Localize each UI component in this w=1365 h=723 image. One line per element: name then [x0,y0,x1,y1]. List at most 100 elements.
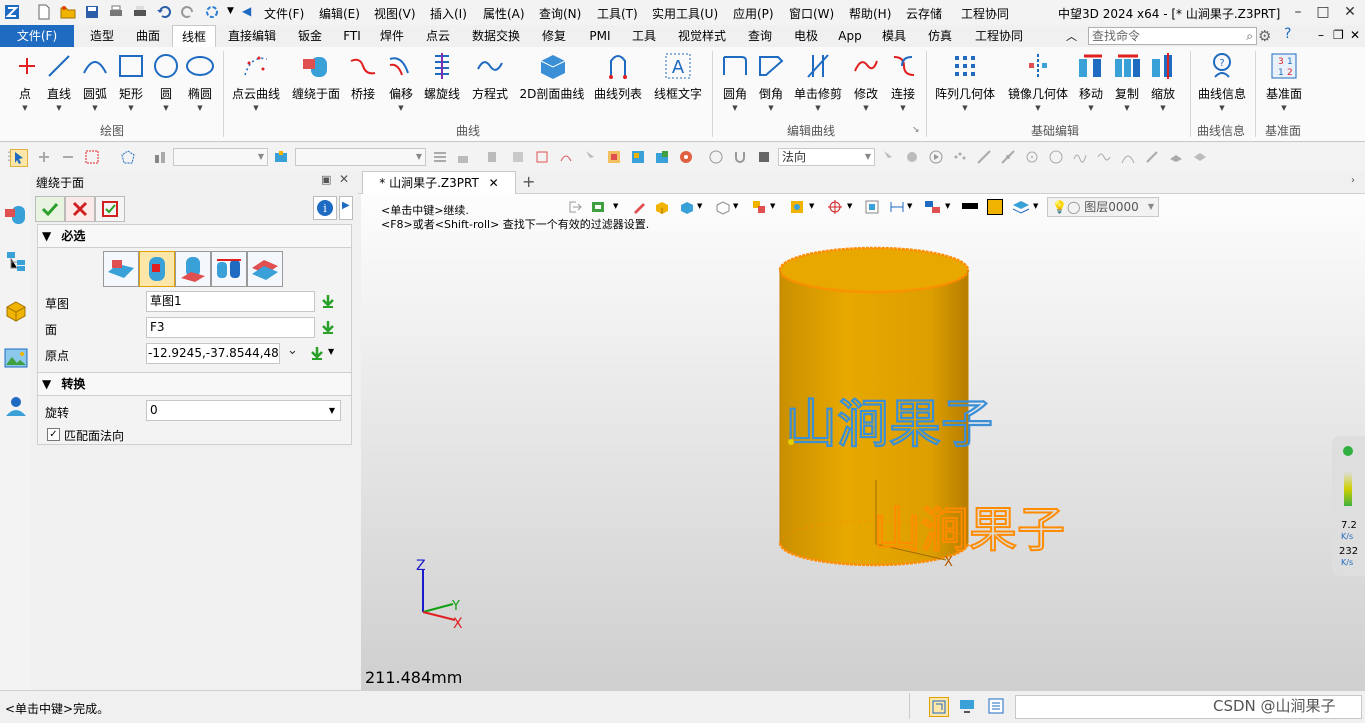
new-file-icon[interactable] [36,4,52,20]
arc-snap-icon[interactable] [1120,149,1136,165]
print-icon[interactable] [108,4,124,20]
sketch-text-curves[interactable]: 山涧果子 [872,501,1066,559]
grid-toggle-icon[interactable] [929,697,949,717]
line-button[interactable]: 直线 ▼ [44,51,74,112]
curve-list-button[interactable]: 曲线列表 [592,51,644,102]
menu-tools[interactable]: 工具(T) [597,5,638,22]
rotate-field[interactable]: 0 ▼ [146,400,341,421]
normal-direction-combo[interactable]: 法向 ▼ [778,148,875,166]
menu-insert[interactable]: 插入(I) [430,5,467,22]
tab-pmi[interactable]: PMI [584,25,616,47]
apply-button[interactable] [95,196,125,222]
menu-query[interactable]: 查询(N) [539,5,581,22]
mirror-geometry-button[interactable]: 镜像几何体 ▼ [1005,51,1071,112]
tab-app[interactable]: App [834,25,866,47]
mode-wrap-project-button[interactable] [175,251,211,287]
face-filter-icon[interactable] [510,149,526,165]
color-filter-icon[interactable] [678,149,694,165]
spline-snap-icon[interactable] [1072,149,1088,165]
tab-wireframe[interactable]: 线框 [172,25,216,48]
arc-button[interactable]: 圆弧 ▼ [80,51,110,112]
copy-button[interactable]: 复制 ▼ [1112,51,1142,112]
menu-help[interactable]: 帮助(H) [849,5,891,22]
wrap-to-face-button[interactable]: 缠绕于面 [290,51,342,102]
menu-view[interactable]: 视图(V) [374,5,416,22]
menu-attribute[interactable]: 属性(A) [483,5,525,22]
print-preview-icon[interactable] [132,4,148,20]
origin-pick-arrow-icon[interactable] [309,345,325,361]
edge-filter-icon[interactable] [534,149,550,165]
redo-icon[interactable] [180,4,196,20]
menu-collab[interactable]: 工程协同 [961,5,1009,22]
quick-access-dropdown-icon[interactable]: ▼ [227,6,234,16]
pin-icon[interactable]: ▣ [321,173,331,186]
tab-visual-style[interactable]: 视觉样式 [672,25,732,47]
face-field[interactable]: F3 [146,317,315,338]
open-folder-icon[interactable] [60,4,76,20]
tab-surface[interactable]: 曲面 [128,25,168,47]
menu-apps[interactable]: 应用(P) [733,5,774,22]
match-normal-checkbox[interactable]: ✓ [47,428,60,441]
tab-tools[interactable]: 工具 [626,25,662,47]
tab-fti[interactable]: FTI [338,25,366,47]
move-button[interactable]: 移动 ▼ [1076,51,1106,112]
tab-modeling[interactable]: 造型 [82,25,122,47]
tab-weldment[interactable]: 焊件 [374,25,410,47]
polygon-select-icon[interactable] [120,149,136,165]
filter-combo[interactable]: ▼ [173,148,268,166]
line-snap-icon[interactable] [976,149,992,165]
menu-edit[interactable]: 编辑(E) [319,5,360,22]
add-icon[interactable] [36,149,52,165]
tab-direct-edit[interactable]: 直接编辑 [224,25,280,47]
doc-close-icon[interactable]: ✕ [1350,28,1360,42]
point-button[interactable]: 点 ▼ [12,51,38,112]
select-arrow-icon[interactable] [10,149,28,167]
ellipse-button[interactable]: 椭圆 ▼ [185,51,215,112]
maximize-icon[interactable]: □ [1310,2,1336,22]
component-filter-icon[interactable] [654,149,670,165]
wrap-tool-tab-icon[interactable] [4,203,28,227]
bridge-button[interactable]: 桥接 [348,51,378,102]
remove-icon[interactable] [60,149,76,165]
pen-snap-icon[interactable] [1168,149,1184,165]
3d-viewport[interactable]: <单击中键>继续. <F8>或者<Shift-roll> 查找下一个有效的过滤器… [361,194,1365,690]
body-filter-icon[interactable] [630,149,646,165]
tab-list-chevron-icon[interactable]: › [1351,175,1355,186]
offset-button[interactable]: 偏移 ▼ [386,51,416,112]
double-chevron-down-icon[interactable]: ⌄ [287,343,298,358]
sketch-filter-icon[interactable] [606,149,622,165]
lock-filter-icon[interactable] [455,149,471,165]
mode-unwrap-button[interactable] [247,251,283,287]
snap-icon[interactable] [708,149,724,165]
click-trim-button[interactable]: 单击修剪 ▼ [792,51,844,112]
origin-field[interactable]: -12.9245,-37.8544,48.7227 [146,343,280,364]
connect-button[interactable]: 连接 ▼ [888,51,918,112]
undo-icon[interactable] [156,4,172,20]
shape-filter-icon[interactable] [484,149,500,165]
sketch-field[interactable]: 草图1 [146,291,315,312]
cancel-button[interactable] [65,196,95,222]
mode-wrap-flat-button[interactable] [103,251,139,287]
filter-icon[interactable] [152,149,168,165]
pick-mode-combo[interactable]: ▼ [295,148,426,166]
modify-button[interactable]: 修改 ▼ [851,51,881,112]
quadrant-snap-icon[interactable] [1048,149,1064,165]
tab-mold[interactable]: 模具 [876,25,912,47]
box-select-icon[interactable] [84,149,100,165]
tab-close-icon[interactable]: ✕ [489,176,499,190]
new-tab-icon[interactable]: + [522,172,535,191]
tab-point-cloud[interactable]: 点云 [420,25,456,47]
list-view-icon[interactable] [987,697,1005,715]
curve-info-button[interactable]: ? 曲线信息 ▼ [1196,51,1248,112]
rectangle-button[interactable]: 矩形 ▼ [116,51,146,112]
info-button[interactable]: i [313,196,337,220]
wireframe-text-button[interactable]: A 线框文字 [652,51,704,102]
fillet-button[interactable]: 圆角 ▼ [720,51,750,112]
face-pick-arrow-icon[interactable] [320,319,336,335]
perpendicular-snap-icon[interactable] [1144,149,1160,165]
circle-button[interactable]: 圆 ▼ [151,51,181,112]
document-tab[interactable]: * 山涧果子.Z3PRT ✕ [362,171,516,194]
menu-utilities[interactable]: 实用工具(U) [652,5,718,22]
point-cloud-curve-button[interactable]: 点云曲线 ▼ [230,51,282,112]
close-icon[interactable]: ✕ [1337,2,1363,22]
